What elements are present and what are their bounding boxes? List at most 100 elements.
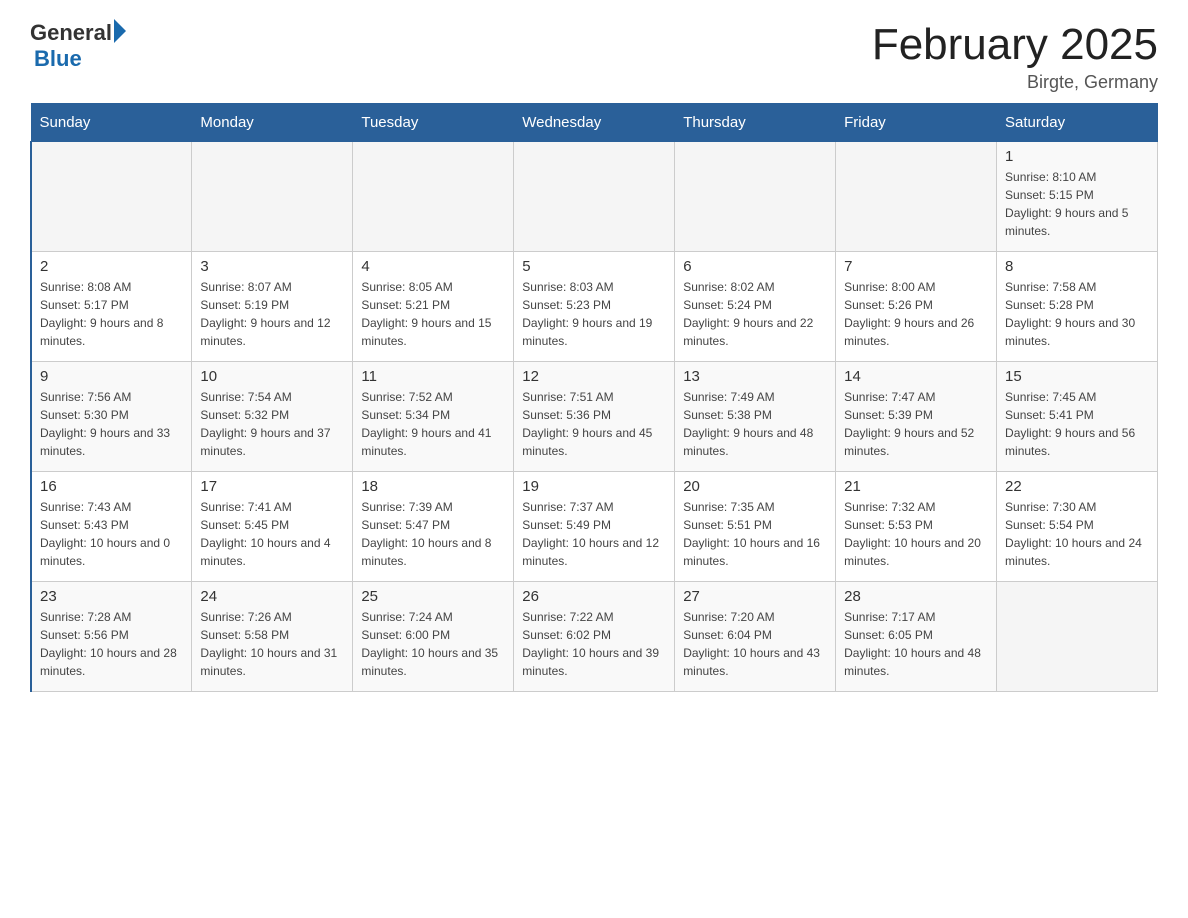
- day-number: 6: [683, 258, 827, 275]
- day-info: Sunrise: 7:39 AMSunset: 5:47 PMDaylight:…: [361, 498, 505, 570]
- calendar-day-cell: 17 Sunrise: 7:41 AMSunset: 5:45 PMDayligh…: [192, 472, 353, 582]
- day-number: 7: [844, 258, 988, 275]
- calendar-day-cell: 6 Sunrise: 8:02 AMSunset: 5:24 PMDaylight…: [675, 252, 836, 362]
- day-info: Sunrise: 7:22 AMSunset: 6:02 PMDaylight:…: [522, 608, 666, 680]
- day-number: 5: [522, 258, 666, 275]
- logo-blue: Blue: [34, 46, 82, 72]
- day-number: 14: [844, 368, 988, 385]
- day-of-week-header: Wednesday: [514, 104, 675, 142]
- calendar-day-cell: 10 Sunrise: 7:54 AMSunset: 5:32 PMDayligh…: [192, 362, 353, 472]
- day-number: 18: [361, 478, 505, 495]
- day-number: 11: [361, 368, 505, 385]
- day-info: Sunrise: 8:08 AMSunset: 5:17 PMDaylight:…: [40, 278, 183, 350]
- day-number: 4: [361, 258, 505, 275]
- day-info: Sunrise: 7:26 AMSunset: 5:58 PMDaylight:…: [200, 608, 344, 680]
- day-info: Sunrise: 7:30 AMSunset: 5:54 PMDaylight:…: [1005, 498, 1149, 570]
- calendar-day-cell: 19 Sunrise: 7:37 AMSunset: 5:49 PMDayligh…: [514, 472, 675, 582]
- calendar-day-cell: 20 Sunrise: 7:35 AMSunset: 5:51 PMDayligh…: [675, 472, 836, 582]
- calendar-week-row: 16 Sunrise: 7:43 AMSunset: 5:43 PMDayligh…: [31, 472, 1158, 582]
- calendar-day-cell: 24 Sunrise: 7:26 AMSunset: 5:58 PMDayligh…: [192, 582, 353, 692]
- day-info: Sunrise: 7:24 AMSunset: 6:00 PMDaylight:…: [361, 608, 505, 680]
- logo-general: General: [30, 20, 112, 46]
- day-info: Sunrise: 7:37 AMSunset: 5:49 PMDaylight:…: [522, 498, 666, 570]
- day-info: Sunrise: 8:07 AMSunset: 5:19 PMDaylight:…: [200, 278, 344, 350]
- calendar-day-cell: 7 Sunrise: 8:00 AMSunset: 5:26 PMDaylight…: [836, 252, 997, 362]
- day-number: 2: [40, 258, 183, 275]
- location: Birgte, Germany: [872, 72, 1158, 93]
- day-number: 19: [522, 478, 666, 495]
- calendar-day-cell: 8Sunrise: 7:58 AMSunset: 5:28 PMDaylight…: [997, 252, 1158, 362]
- calendar-day-cell: 26 Sunrise: 7:22 AMSunset: 6:02 PMDayligh…: [514, 582, 675, 692]
- title-section: February 2025 Birgte, Germany: [872, 20, 1158, 93]
- day-number: 15: [1005, 368, 1149, 385]
- day-number: 25: [361, 588, 505, 605]
- page-header: General Blue February 2025 Birgte, Germa…: [30, 20, 1158, 93]
- calendar-day-cell: [675, 142, 836, 252]
- calendar-day-cell: 16 Sunrise: 7:43 AMSunset: 5:43 PMDayligh…: [31, 472, 192, 582]
- calendar-day-cell: 23Sunrise: 7:28 AMSunset: 5:56 PMDayligh…: [31, 582, 192, 692]
- calendar-day-cell: 1 Sunrise: 8:10 AMSunset: 5:15 PMDaylight…: [997, 142, 1158, 252]
- day-info: Sunrise: 7:51 AMSunset: 5:36 PMDaylight:…: [522, 388, 666, 460]
- calendar-day-cell: [192, 142, 353, 252]
- day-info: Sunrise: 7:49 AMSunset: 5:38 PMDaylight:…: [683, 388, 827, 460]
- day-number: 27: [683, 588, 827, 605]
- calendar-day-cell: 9 Sunrise: 7:56 AMSunset: 5:30 PMDaylight…: [31, 362, 192, 472]
- day-info: Sunrise: 8:10 AMSunset: 5:15 PMDaylight:…: [1005, 168, 1149, 240]
- day-info: Sunrise: 7:20 AMSunset: 6:04 PMDaylight:…: [683, 608, 827, 680]
- calendar-day-cell: 4 Sunrise: 8:05 AMSunset: 5:21 PMDaylight…: [353, 252, 514, 362]
- day-of-week-header: Saturday: [997, 104, 1158, 142]
- day-number: 16: [40, 478, 183, 495]
- day-info: Sunrise: 7:45 AMSunset: 5:41 PMDaylight:…: [1005, 388, 1149, 460]
- day-number: 1: [1005, 148, 1149, 165]
- day-info: Sunrise: 7:43 AMSunset: 5:43 PMDaylight:…: [40, 498, 183, 570]
- logo-arrow-icon: [114, 19, 126, 43]
- calendar-day-cell: 25 Sunrise: 7:24 AMSunset: 6:00 PMDayligh…: [353, 582, 514, 692]
- day-number: 21: [844, 478, 988, 495]
- calendar-day-cell: 5 Sunrise: 8:03 AMSunset: 5:23 PMDaylight…: [514, 252, 675, 362]
- day-number: 17: [200, 478, 344, 495]
- day-number: 12: [522, 368, 666, 385]
- day-number: 20: [683, 478, 827, 495]
- day-number: 13: [683, 368, 827, 385]
- day-info: Sunrise: 7:17 AMSunset: 6:05 PMDaylight:…: [844, 608, 988, 680]
- day-number: 28: [844, 588, 988, 605]
- day-info: Sunrise: 8:03 AMSunset: 5:23 PMDaylight:…: [522, 278, 666, 350]
- calendar-day-cell: 22 Sunrise: 7:30 AMSunset: 5:54 PMDayligh…: [997, 472, 1158, 582]
- day-info: Sunrise: 7:52 AMSunset: 5:34 PMDaylight:…: [361, 388, 505, 460]
- day-info: Sunrise: 7:47 AMSunset: 5:39 PMDaylight:…: [844, 388, 988, 460]
- day-of-week-header: Thursday: [675, 104, 836, 142]
- day-number: 10: [200, 368, 344, 385]
- calendar-day-cell: 27 Sunrise: 7:20 AMSunset: 6:04 PMDayligh…: [675, 582, 836, 692]
- calendar-week-row: 9 Sunrise: 7:56 AMSunset: 5:30 PMDaylight…: [31, 362, 1158, 472]
- day-of-week-header: Monday: [192, 104, 353, 142]
- calendar-day-cell: [31, 142, 192, 252]
- day-info: Sunrise: 8:05 AMSunset: 5:21 PMDaylight:…: [361, 278, 505, 350]
- day-number: 3: [200, 258, 344, 275]
- day-of-week-header: Friday: [836, 104, 997, 142]
- day-number: 26: [522, 588, 666, 605]
- calendar-table: SundayMondayTuesdayWednesdayThursdayFrid…: [30, 103, 1158, 692]
- calendar-day-cell: 18 Sunrise: 7:39 AMSunset: 5:47 PMDayligh…: [353, 472, 514, 582]
- day-info: Sunrise: 7:35 AMSunset: 5:51 PMDaylight:…: [683, 498, 827, 570]
- day-info: Sunrise: 8:02 AMSunset: 5:24 PMDaylight:…: [683, 278, 827, 350]
- day-number: 22: [1005, 478, 1149, 495]
- day-number: 23: [40, 588, 183, 605]
- calendar-day-cell: [836, 142, 997, 252]
- calendar-day-cell: 13 Sunrise: 7:49 AMSunset: 5:38 PMDayligh…: [675, 362, 836, 472]
- day-number: 8: [1005, 258, 1149, 275]
- day-info: Sunrise: 7:54 AMSunset: 5:32 PMDaylight:…: [200, 388, 344, 460]
- day-info: Sunrise: 7:56 AMSunset: 5:30 PMDaylight:…: [40, 388, 183, 460]
- day-info: Sunrise: 7:41 AMSunset: 5:45 PMDaylight:…: [200, 498, 344, 570]
- logo: General Blue: [30, 20, 126, 72]
- calendar-day-cell: 11 Sunrise: 7:52 AMSunset: 5:34 PMDayligh…: [353, 362, 514, 472]
- calendar-day-cell: 21 Sunrise: 7:32 AMSunset: 5:53 PMDayligh…: [836, 472, 997, 582]
- calendar-day-cell: 2 Sunrise: 8:08 AMSunset: 5:17 PMDaylight…: [31, 252, 192, 362]
- day-info: Sunrise: 8:00 AMSunset: 5:26 PMDaylight:…: [844, 278, 988, 350]
- month-title: February 2025: [872, 20, 1158, 70]
- calendar-day-cell: [997, 582, 1158, 692]
- calendar-day-cell: 3 Sunrise: 8:07 AMSunset: 5:19 PMDaylight…: [192, 252, 353, 362]
- day-info: Sunrise: 7:32 AMSunset: 5:53 PMDaylight:…: [844, 498, 988, 570]
- day-number: 24: [200, 588, 344, 605]
- calendar-day-cell: 14 Sunrise: 7:47 AMSunset: 5:39 PMDayligh…: [836, 362, 997, 472]
- day-number: 9: [40, 368, 183, 385]
